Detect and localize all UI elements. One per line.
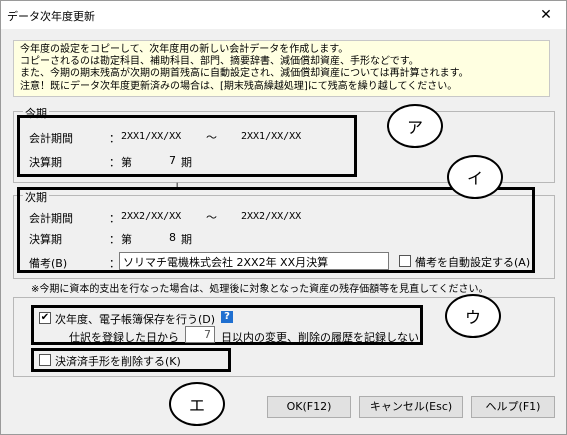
notice-line-4: 注意！既にデータ次年度更新済みの場合は、[期末残高繰越処理]にて残高を繰り越して… [20, 80, 458, 92]
ebook-days-prefix: 仕訳を登録した日から [69, 331, 179, 344]
window-title: データ次年度更新 [7, 10, 95, 23]
next-period-sep: ： [109, 212, 120, 225]
notice-line-3: また、今期の期末残高が次期の期首残高に自動設定され、減価償却資産については再計算… [20, 68, 469, 80]
current-period-label: 会計期間 [29, 132, 73, 145]
current-term-sep: ： [109, 156, 120, 169]
next-term-number: 8 [169, 231, 176, 244]
auto-memo-checkbox[interactable] [399, 255, 411, 267]
notice-box: 今年度の設定をコピーして、次年度用の新しい会計データを作成します。 コピーされる… [13, 40, 550, 97]
cancel-button[interactable]: キャンセル(Esc) [359, 396, 463, 418]
ebook-days-suffix: 日以内の変更、削除の履歴を記録しない [221, 331, 419, 344]
current-period-from: 2XX1/XX/XX [121, 131, 182, 142]
next-term-suffix: 期 [181, 233, 192, 246]
delete-bills-label[interactable]: 決済済手形を削除する(K) [55, 353, 181, 369]
current-term-number: 7 [169, 154, 176, 167]
current-period-sep: ： [109, 132, 120, 145]
memo-input[interactable]: ソリマチ電機株式会社 2XX2年 XX月決算 [119, 252, 389, 270]
callout-u: ウ [445, 294, 501, 338]
dialog-window: データ次年度更新 ✕ 今年度の設定をコピーして、次年度用の新しい会計データを作成… [0, 0, 567, 435]
ebook-checkbox[interactable]: ✔ [39, 312, 51, 324]
current-period-to: 2XX1/XX/XX [241, 131, 302, 142]
auto-memo-label[interactable]: 備考を自動設定する(A) [415, 254, 530, 270]
callout-a: ア [387, 104, 443, 148]
current-period-tilde: ～ [206, 131, 217, 144]
next-period-tilde: ～ [206, 211, 217, 224]
ebook-days-input[interactable]: 7 [185, 326, 215, 343]
memo-label: 備考(B) [29, 257, 68, 270]
callout-e: エ [169, 382, 225, 426]
close-icon[interactable]: ✕ [536, 5, 556, 25]
notice-line-2: コピーされるのは勘定科目、補助科目、部門、摘要辞書、減価償却資産、手形などです。 [20, 56, 419, 68]
next-period-label: 会計期間 [29, 212, 73, 225]
current-term-label: 決算期 [29, 156, 62, 169]
help-icon[interactable]: ? [221, 311, 233, 323]
callout-i: イ [447, 155, 503, 199]
next-term-label: 決算期 [29, 233, 62, 246]
next-period-from: 2XX2/XX/XX [121, 211, 182, 222]
ebook-checkbox-label[interactable]: 次年度、電子帳簿保存を行う(D) [55, 311, 215, 327]
notice-line-1: 今年度の設定をコピーして、次年度用の新しい会計データを作成します。 [20, 44, 349, 55]
next-term-sep: ： [109, 233, 120, 246]
ok-button[interactable]: OK(F12) [267, 396, 351, 418]
capex-note: ※今期に資本的支出を行なった場合は、処理後に対象となった資産の残存価額等を見直し… [31, 284, 489, 295]
next-term-prefix: 第 [121, 233, 132, 246]
current-term-prefix: 第 [121, 156, 132, 169]
next-period-to: 2XX2/XX/XX [241, 211, 302, 222]
delete-bills-checkbox[interactable] [39, 354, 51, 366]
current-term-suffix: 期 [181, 156, 192, 169]
help-button[interactable]: ヘルプ(F1) [471, 396, 555, 418]
title-bar: データ次年度更新 ✕ [1, 1, 566, 29]
